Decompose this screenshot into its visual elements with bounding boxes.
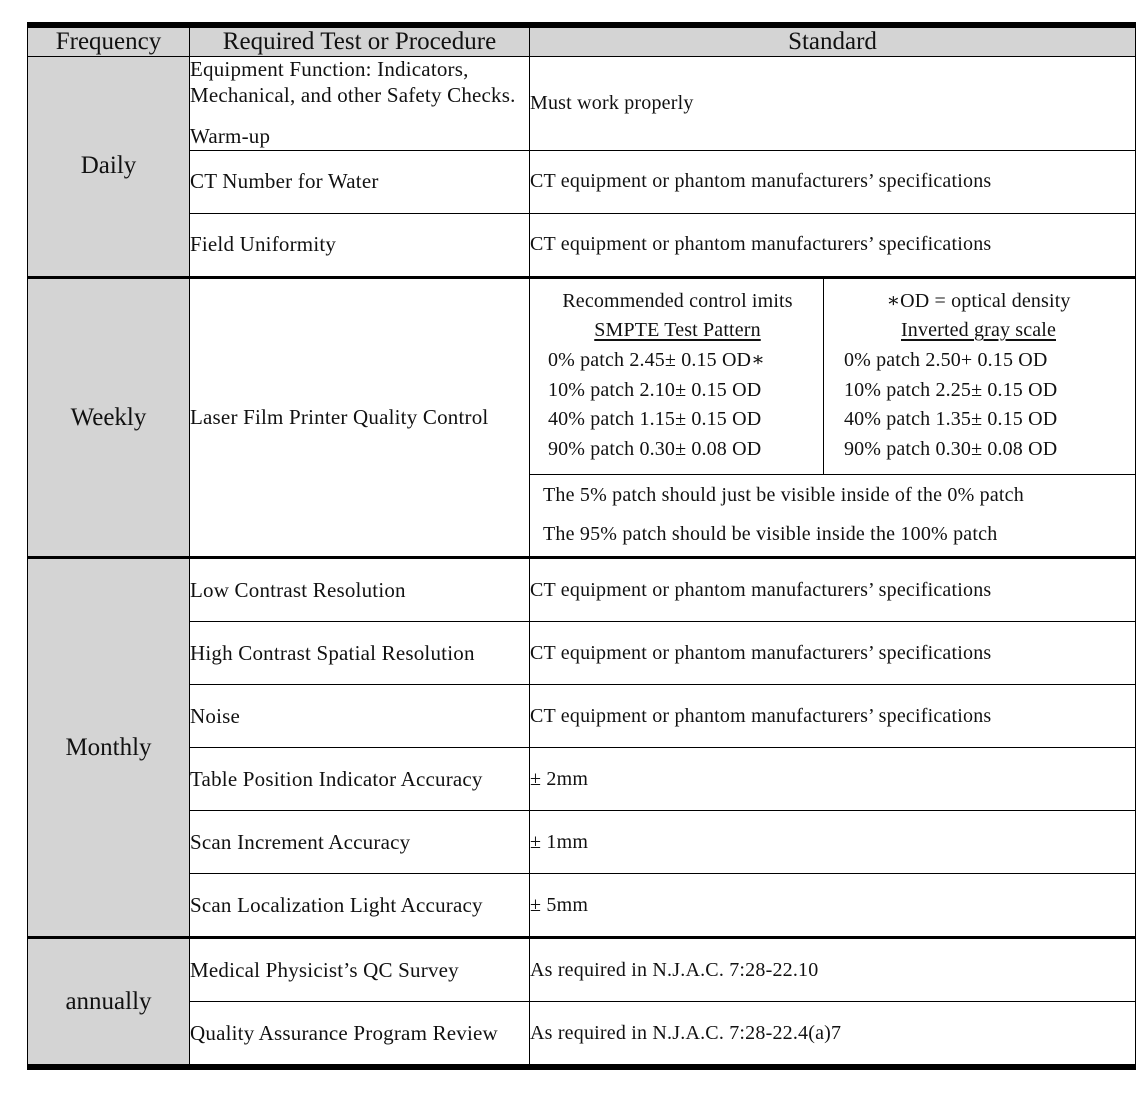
patch-line-40pct-inverted: 40% patch 1.35± 0.15 OD xyxy=(844,408,1058,431)
ct-quality-control-table: Frequency Required Test or Procedure Sta… xyxy=(27,22,1136,1071)
patch-line-90pct-smpte: 90% patch 0.30± 0.08 OD xyxy=(548,437,762,460)
table-row: annually Medical Physicist’s QC Survey A… xyxy=(27,936,1136,1068)
table-row: Scan Increment Accuracy ± 1mm xyxy=(28,810,1136,875)
patch-line-0pct-inverted: 0% patch 2.50+ 0.15 OD xyxy=(844,349,1048,372)
table-row: Weekly Laser Film Printer Quality Contro… xyxy=(27,275,1136,559)
patch-line-0pct-smpte: 0% patch 2.45± 0.15 OD∗ xyxy=(548,349,765,372)
frequency-cell-monthly: Monthly xyxy=(27,556,190,939)
standard-cell-ct-number-water: CT equipment or phantom manufacturers’ s… xyxy=(529,149,1136,214)
patch-column-smpte-body: Recommended control imits SMPTE Test Pat… xyxy=(530,279,823,475)
standard-cell-medical-physicist-qc-survey: As required in N.J.A.C. 7:28-22.10 xyxy=(529,936,1136,1003)
table-row: Table Position Indicator Accuracy ± 2mm xyxy=(28,747,1136,812)
test-cell-ct-number-water: CT Number for Water xyxy=(189,149,530,214)
standard-cell-equipment-function: Must work properly xyxy=(529,56,1136,151)
standard-cell-low-contrast-resolution: CT equipment or phantom manufacturers’ s… xyxy=(529,556,1136,623)
table-row: Field Uniformity CT equipment or phantom… xyxy=(28,212,1136,278)
test-cell-quality-assurance-program-review: Quality Assurance Program Review xyxy=(189,1001,530,1068)
test-cell-field-uniformity: Field Uniformity xyxy=(189,212,530,278)
patch-note-5pct: The 5% patch should just be visible insi… xyxy=(543,484,1024,507)
patch-heading-inverted: Inverted gray scale xyxy=(901,319,1056,342)
frequency-cell-annually: annually xyxy=(27,936,190,1068)
standard-cell-scan-localization-light-accuracy: ± 5mm xyxy=(529,873,1136,939)
table-row: Quality Assurance Program Review As requ… xyxy=(28,1001,1136,1068)
standard-cell-noise: CT equipment or phantom manufacturers’ s… xyxy=(529,684,1136,749)
test-cell-laser-film-printer: Laser Film Printer Quality Control xyxy=(189,275,530,559)
patch-heading-smpte: SMPTE Test Pattern xyxy=(594,319,761,342)
frequency-cell-daily: Daily xyxy=(27,56,190,278)
patch-line-90pct-inverted: 90% patch 0.30± 0.08 OD xyxy=(844,437,1058,460)
standard-cell-high-contrast-spatial-resolution: CT equipment or phantom manufacturers’ s… xyxy=(529,621,1136,686)
frequency-cell-weekly: Weekly xyxy=(27,275,190,559)
test-cell-low-contrast-resolution: Low Contrast Resolution xyxy=(189,556,530,623)
patch-grid-row: Recommended control imits SMPTE Test Pat… xyxy=(530,278,1136,475)
table-row: High Contrast Spatial Resolution CT equi… xyxy=(28,621,1136,686)
column-header-required-test: Required Test or Procedure xyxy=(189,24,530,57)
test-cell-equipment-function: Equipment Function: Indicators, Mechanic… xyxy=(189,56,530,151)
test-cell-noise: Noise xyxy=(189,684,530,749)
patch-column-inverted: ∗OD = optical density Inverted gray scal… xyxy=(824,279,1136,475)
patch-caption-right: ∗OD = optical density xyxy=(886,289,1071,312)
standard-cell-quality-assurance-program-review: As required in N.J.A.C. 7:28-22.4(a)7 xyxy=(529,1001,1136,1068)
test-cell-medical-physicist-qc-survey: Medical Physicist’s QC Survey xyxy=(189,936,530,1003)
patch-limits-grid: Recommended control imits SMPTE Test Pat… xyxy=(530,278,1136,475)
test-line-warmup: Warm-up xyxy=(190,124,271,149)
standard-cell-scan-increment-accuracy: ± 1mm xyxy=(529,810,1136,875)
table-row: Scan Localization Light Accuracy ± 5mm xyxy=(28,873,1136,939)
patch-line-10pct-smpte: 10% patch 2.10± 0.15 OD xyxy=(548,378,762,401)
test-cell-scan-localization-light-accuracy: Scan Localization Light Accuracy xyxy=(189,873,530,939)
standard-cell-field-uniformity: CT equipment or phantom manufacturers’ s… xyxy=(529,212,1136,278)
test-cell-table-position-indicator-accuracy: Table Position Indicator Accuracy xyxy=(189,747,530,812)
column-header-standard: Standard xyxy=(529,24,1136,57)
patch-note-95pct: The 95% patch should be visible inside t… xyxy=(543,523,998,546)
test-cell-high-contrast-spatial-resolution: High Contrast Spatial Resolution xyxy=(189,621,530,686)
column-header-frequency: Frequency xyxy=(27,24,190,57)
patch-column-smpte: Recommended control imits SMPTE Test Pat… xyxy=(530,278,824,475)
patch-visibility-notes: The 5% patch should just be visible insi… xyxy=(530,474,1135,556)
standard-cell-laser-film-printer: Recommended control imits SMPTE Test Pat… xyxy=(529,275,1136,559)
table-header-row: Frequency Required Test or Procedure Sta… xyxy=(27,24,1136,57)
table-row: CT Number for Water CT equipment or phan… xyxy=(28,149,1136,214)
table-row: Daily Equipment Function: Indicators, Me… xyxy=(27,56,1136,278)
table-row: Noise CT equipment or phantom manufactur… xyxy=(28,684,1136,749)
patch-line-40pct-smpte: 40% patch 1.15± 0.15 OD xyxy=(548,408,762,431)
standard-cell-table-position-indicator-accuracy: ± 2mm xyxy=(529,747,1136,812)
patch-caption-left: Recommended control imits xyxy=(562,289,793,312)
patch-line-10pct-inverted: 10% patch 2.25± 0.15 OD xyxy=(844,378,1058,401)
patch-column-inverted-body: ∗OD = optical density Inverted gray scal… xyxy=(824,279,1135,475)
test-cell-scan-increment-accuracy: Scan Increment Accuracy xyxy=(189,810,530,875)
test-line-primary: Equipment Function: Indicators, Mechanic… xyxy=(190,57,516,107)
document-page: Frequency Required Test or Procedure Sta… xyxy=(0,0,1142,1095)
table-row: Monthly Low Contrast Resolution CT equip… xyxy=(27,556,1136,939)
